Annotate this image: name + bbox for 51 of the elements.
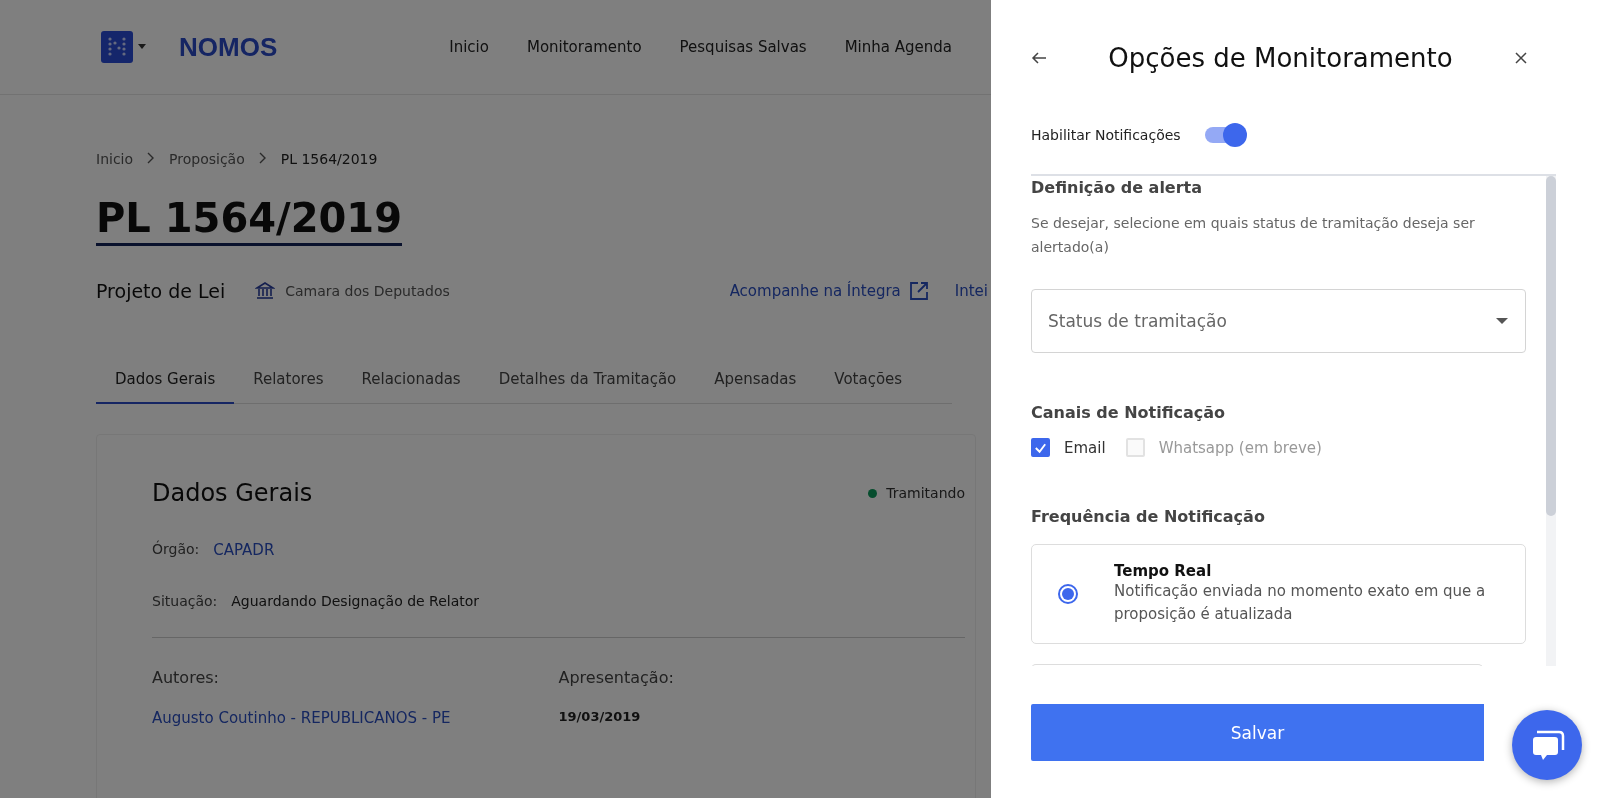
section-heading: Frequência de Notificação <box>1031 507 1266 526</box>
field-value: Aguardando Designação de Relator <box>231 593 480 609</box>
tab[interactable]: Relatores <box>234 360 343 403</box>
status-dropdown[interactable]: Status de tramitação <box>1031 289 1526 353</box>
page-title: PL 1564/2019 <box>96 195 402 246</box>
breadcrumb-link[interactable]: Proposição <box>169 151 245 167</box>
field-label: Órgão: <box>152 541 200 559</box>
brand-name: NOMOS <box>179 31 278 63</box>
external-link-icon[interactable] <box>908 281 929 301</box>
dropdown-caret-icon <box>1496 318 1508 324</box>
checkbox[interactable] <box>1031 438 1050 457</box>
tab[interactable]: Apensadas <box>695 360 816 403</box>
field-label: Autores: <box>152 668 220 687</box>
option-title: Tempo Real <box>1114 562 1213 580</box>
save-button[interactable]: Salvar <box>1031 704 1484 761</box>
building-icon <box>255 281 276 301</box>
section-heading: Canais de Notificação <box>1031 403 1227 422</box>
close-icon[interactable] <box>1514 51 1528 65</box>
breadcrumb-current: PL 1564/2019 <box>280 151 378 167</box>
nav-link[interactable]: Monitoramento <box>526 38 642 56</box>
checkbox-label: Email <box>1064 438 1106 457</box>
nav-link[interactable]: Pesquisas Salvas <box>679 38 807 56</box>
proposal-type: Projeto de Lei <box>96 280 226 302</box>
tab[interactable]: Relacionadas <box>342 360 480 403</box>
author-link[interactable]: Augusto Coutinho - REPUBLICANOS - PE <box>152 709 559 727</box>
field-value: 19/03/2019 <box>558 709 642 724</box>
back-icon[interactable] <box>1031 51 1047 65</box>
help-text: Se desejar, selecione em quais status de tramitação deseja ser alertado(a) <box>1031 214 1476 257</box>
section-heading: Definição de alerta <box>1031 178 1204 197</box>
option-description: Notificação enviada no momento exato em que a proposição é atualizada <box>1114 581 1487 625</box>
tab[interactable]: Detalhes da Tramitação <box>479 360 696 403</box>
organ-link[interactable]: CAPADR <box>213 541 275 559</box>
nav-link[interactable]: Inicio <box>449 38 489 56</box>
checkbox-label: Whatsapp (em breve) <box>1158 438 1322 457</box>
toggle-label: Habilitar Notificações <box>1031 127 1181 143</box>
option-card[interactable]: Tempo Real Notificação enviada no momento exato em que a proposição é atualizada <box>1031 544 1526 644</box>
tab[interactable]: Votações <box>815 360 922 403</box>
external-link[interactable]: Acompanhe na Íntegra <box>729 282 901 300</box>
tab[interactable]: Dados Gerais <box>96 360 235 404</box>
logo-icon[interactable] <box>101 31 147 63</box>
breadcrumb-link[interactable]: Inicio <box>96 151 134 167</box>
status-label: Tramitando <box>886 485 965 501</box>
chamber-name: Camara dos Deputados <box>285 283 450 299</box>
section-title: Dados Gerais <box>152 479 314 507</box>
status-dot <box>868 488 878 498</box>
field-label: Situação: <box>152 593 218 609</box>
nav-link[interactable]: Minha Agenda <box>844 38 952 56</box>
field-label: Apresentação: <box>558 668 675 687</box>
link[interactable]: Intei <box>954 282 988 300</box>
drawer-title: Opções de Monitoramento <box>1108 43 1453 73</box>
radio-button[interactable] <box>1058 584 1078 604</box>
